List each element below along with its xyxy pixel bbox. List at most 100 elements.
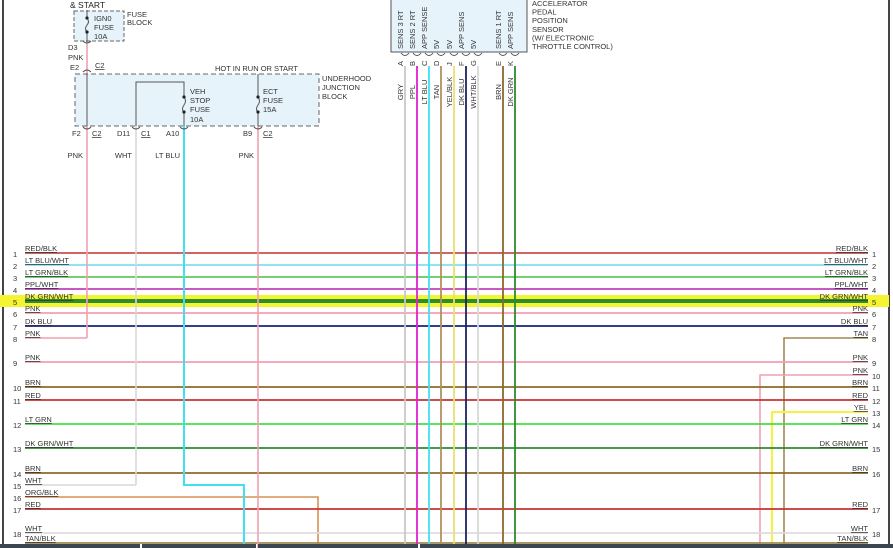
ign0-fuse-label: IGN0: [94, 14, 112, 23]
row-number-left: 1: [13, 250, 17, 259]
ign0-fuse-label: FUSE: [94, 23, 114, 32]
row-number-left: 15: [13, 482, 21, 491]
row-number-right: 10: [872, 372, 880, 381]
wire-color-label: WHT: [115, 151, 132, 160]
row-number-right: 12: [872, 397, 880, 406]
wire-label-left: DK GRN/WHT: [25, 439, 74, 448]
veh-stop-fuse-label: FUSE: [190, 105, 210, 114]
taskbar-segment: [0, 544, 140, 548]
ign0-fuse-rating: 10A: [94, 32, 107, 41]
row-number-left: 3: [13, 274, 17, 283]
row-number-left: 6: [13, 310, 17, 319]
connector-label: C2: [263, 129, 273, 138]
pin-function-label: SENS 2 RT: [408, 10, 417, 49]
fuse-block-name: BLOCK: [127, 18, 152, 27]
wire-label-left: PPL/WHT: [25, 280, 59, 289]
row-number-right: 8: [872, 335, 876, 344]
pin-function-label: SENS 1 RT: [494, 10, 503, 49]
row-number-left: 9: [13, 359, 17, 368]
schematic-canvas: & START FUSE BLOCK IGN0 FUSE 10A D3 PNK …: [0, 0, 890, 548]
wire-label-right: YEL: [854, 403, 868, 412]
junction-block-name: UNDERHOOD: [322, 74, 372, 83]
cavity-label: D11: [117, 129, 130, 138]
wire-label-left: PNK: [25, 304, 40, 313]
row-number-right: 18: [872, 530, 880, 539]
wire-label-left: DK BLU: [25, 317, 52, 326]
taskbar-segment: [420, 544, 893, 548]
veh-stop-fuse-label: VEH: [190, 87, 205, 96]
pin-function-label: APP SENS: [506, 12, 515, 49]
veh-stop-fuse-label: STOP: [190, 96, 210, 105]
wire-org-blk: [25, 496, 319, 548]
wire-color-label: PNK: [239, 151, 254, 160]
pin-function-label: APP SENSE: [420, 7, 429, 49]
ect-fuse-label: ECT: [263, 87, 278, 96]
row-number-left: 4: [13, 286, 17, 295]
pin-wire-color-label: GRY: [396, 84, 405, 100]
connector-icon: [510, 52, 520, 56]
wire-label-right: RED/BLK: [836, 244, 868, 253]
ect-fuse-label: FUSE: [263, 96, 283, 105]
pin-letter: G: [469, 60, 478, 66]
cavity-label: B9: [243, 129, 252, 138]
junction-block-name: BLOCK: [322, 92, 347, 101]
pin-wire-color-label: DK GRN: [506, 77, 515, 106]
row-number-right: 2: [872, 262, 876, 271]
sensor-name-line: THROTTLE CONTROL): [532, 42, 613, 51]
row-number-left: 7: [13, 323, 17, 332]
row-number-left: 12: [13, 421, 21, 430]
wire-label-right: PNK: [853, 353, 868, 362]
row-number-right: 14: [872, 421, 880, 430]
wire-label-right: DK GRN/WHT: [820, 439, 869, 448]
pin-letter: A: [396, 61, 405, 66]
connector-icon: [400, 52, 410, 56]
row-number-right: 17: [872, 506, 880, 515]
wire-label-left: PNK: [25, 353, 40, 362]
wire-color-label: PNK: [68, 151, 83, 160]
cavity-label: F2: [72, 129, 81, 138]
taskbar-segment: [142, 544, 256, 548]
row-number-right: 5: [872, 298, 876, 307]
connector-icon: [424, 52, 434, 56]
junction-block-name: JUNCTION: [322, 83, 360, 92]
wire-label-left: BRN: [25, 378, 41, 387]
row-number-left: 8: [13, 335, 17, 344]
row-number-right: 3: [872, 274, 876, 283]
wire-label-right: TAN: [854, 329, 868, 338]
row-number-right: 16: [872, 470, 880, 479]
pin-letter: J: [445, 62, 454, 66]
connector-icon: [461, 52, 471, 56]
cavity-label: E2: [70, 63, 79, 72]
connector-icon: [473, 52, 483, 56]
row-number-right: 7: [872, 323, 876, 332]
pin-wire-color-label: BRN: [494, 84, 503, 100]
connector-icon: [412, 52, 422, 56]
row-number-left: 14: [13, 470, 21, 479]
row-number-right: 13: [872, 409, 880, 418]
wire-label-left: LT GRN/BLK: [25, 268, 68, 277]
row-number-left: 11: [13, 397, 21, 406]
wire-label-left: LT GRN: [25, 415, 52, 424]
wire-label-right: LT BLU/WHT: [824, 256, 868, 265]
connector-label: C1: [141, 129, 151, 138]
cavity-label: A10: [166, 129, 179, 138]
wire-label-right: RED: [852, 391, 868, 400]
wire-label-right: LT GRN: [841, 415, 868, 424]
wire-label-right: DK GRN/WHT: [820, 292, 869, 301]
connector-label: C2: [92, 129, 102, 138]
pin-wire-color-label: LT BLU: [420, 80, 429, 105]
pin-function-label: 5V: [432, 40, 441, 49]
row-number-right: 6: [872, 310, 876, 319]
pin-wire-color-label: DK BLU: [457, 78, 466, 105]
row-number-right: 9: [872, 359, 876, 368]
row-number-left: 10: [13, 384, 21, 393]
pin-wire-color-label: YEL/BLK: [445, 77, 454, 107]
wire-label-right: PPL/WHT: [835, 280, 869, 289]
wire-label-right: RED: [852, 500, 868, 509]
row-number-left: 17: [13, 506, 21, 515]
supply-label: & START: [70, 0, 105, 10]
pin-wire-color-label: PPL: [408, 85, 417, 99]
wire-label-right: TAN/BLK: [837, 534, 868, 543]
wire-color-label: PNK: [68, 53, 83, 62]
row-number-left: 13: [13, 445, 21, 454]
